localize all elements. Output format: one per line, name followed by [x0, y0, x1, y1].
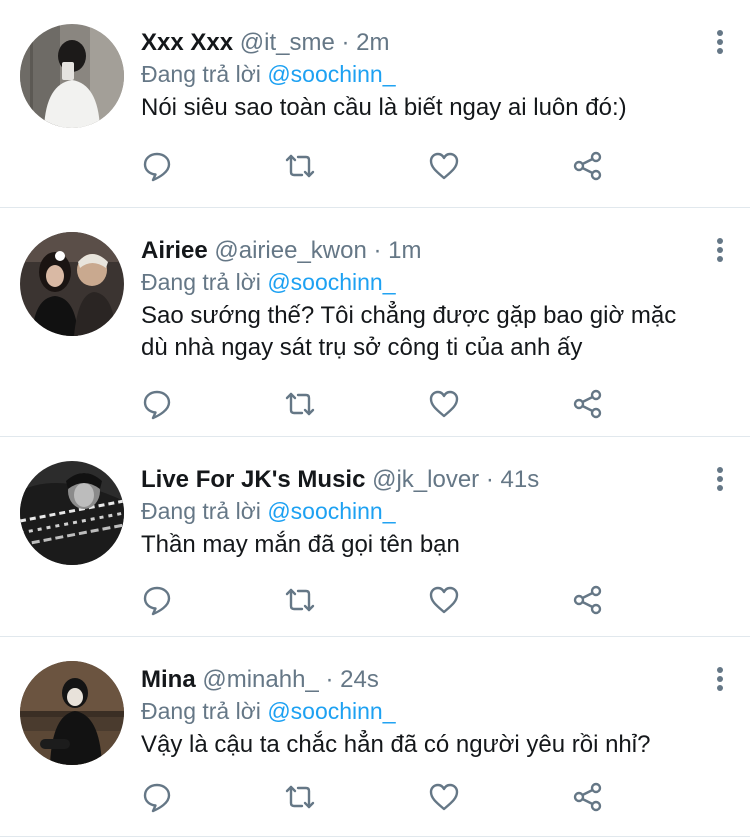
- mention-link[interactable]: @soochinn_: [267, 498, 395, 524]
- retweet-icon[interactable]: [284, 150, 316, 182]
- more-options-icon[interactable]: [714, 30, 726, 60]
- tweet[interactable]: Airiee @airiee_kwon · 1m Đang trả lời @s…: [0, 208, 750, 437]
- reply-prefix: Đang trả lời: [141, 698, 261, 724]
- share-icon[interactable]: [572, 781, 604, 813]
- display-name[interactable]: Live For JK's Music: [141, 466, 365, 493]
- tweet[interactable]: Xxx Xxx @it_sme · 2m Đang trả lời @sooch…: [0, 0, 750, 208]
- reply-feed: Xxx Xxx @it_sme · 2m Đang trả lời @sooch…: [0, 0, 750, 837]
- mention-link[interactable]: @soochinn_: [267, 61, 395, 87]
- mention-link[interactable]: @soochinn_: [267, 269, 395, 295]
- reply-icon[interactable]: [141, 150, 173, 182]
- reply-prefix: Đang trả lời: [141, 269, 261, 295]
- tweet-text: Nói siêu sao toàn cầu là biết ngay ai lu…: [141, 94, 627, 121]
- display-name[interactable]: Airiee: [141, 237, 208, 264]
- more-options-icon[interactable]: [714, 238, 726, 268]
- timestamp[interactable]: 41s: [501, 466, 540, 493]
- reply-prefix: Đang trả lời: [141, 498, 261, 524]
- replying-to: Đang trả lời @soochinn_: [141, 695, 726, 727]
- replying-to: Đang trả lời @soochinn_: [141, 495, 726, 527]
- user-handle[interactable]: @jk_lover: [372, 466, 479, 493]
- reply-icon[interactable]: [141, 781, 173, 813]
- tweet-text: Thần may mắn đã gọi tên bạn: [141, 531, 460, 558]
- replying-to: Đang trả lời @soochinn_: [141, 58, 726, 90]
- separator-dot: ·: [325, 666, 334, 693]
- share-icon[interactable]: [572, 150, 604, 182]
- timestamp[interactable]: 2m: [356, 29, 389, 56]
- retweet-icon[interactable]: [284, 584, 316, 616]
- avatar[interactable]: [20, 461, 124, 565]
- reply-prefix: Đang trả lời: [141, 61, 261, 87]
- user-handle[interactable]: @it_sme: [240, 29, 335, 56]
- like-icon[interactable]: [428, 388, 460, 420]
- display-name[interactable]: Xxx Xxx: [141, 29, 233, 56]
- avatar[interactable]: [20, 661, 124, 765]
- timestamp[interactable]: 1m: [388, 237, 421, 264]
- share-icon[interactable]: [572, 584, 604, 616]
- reply-icon[interactable]: [141, 584, 173, 616]
- user-handle[interactable]: @airiee_kwon: [214, 237, 366, 264]
- more-options-icon[interactable]: [714, 467, 726, 497]
- share-icon[interactable]: [572, 388, 604, 420]
- more-options-icon[interactable]: [714, 667, 726, 697]
- separator-dot: ·: [485, 466, 494, 493]
- like-icon[interactable]: [428, 584, 460, 616]
- reply-icon[interactable]: [141, 388, 173, 420]
- replying-to: Đang trả lời @soochinn_: [141, 266, 726, 298]
- retweet-icon[interactable]: [284, 781, 316, 813]
- tweet-text: Vậy là cậu ta chắc hẳn đã có người yêu r…: [141, 731, 651, 758]
- display-name[interactable]: Mina: [141, 666, 196, 693]
- user-handle[interactable]: @minahh_: [202, 666, 318, 693]
- avatar[interactable]: [20, 232, 124, 336]
- like-icon[interactable]: [428, 781, 460, 813]
- like-icon[interactable]: [428, 150, 460, 182]
- retweet-icon[interactable]: [284, 388, 316, 420]
- timestamp[interactable]: 24s: [340, 666, 379, 693]
- tweet-text: Sao sướng thế? Tôi chẳng được gặp bao gi…: [141, 302, 677, 361]
- avatar[interactable]: [20, 24, 124, 128]
- tweet[interactable]: Live For JK's Music @jk_lover · 41s Đang…: [0, 437, 750, 637]
- separator-dot: ·: [341, 29, 350, 56]
- separator-dot: ·: [373, 237, 382, 264]
- mention-link[interactable]: @soochinn_: [267, 698, 395, 724]
- tweet[interactable]: Mina @minahh_ · 24s Đang trả lời @soochi…: [0, 637, 750, 837]
